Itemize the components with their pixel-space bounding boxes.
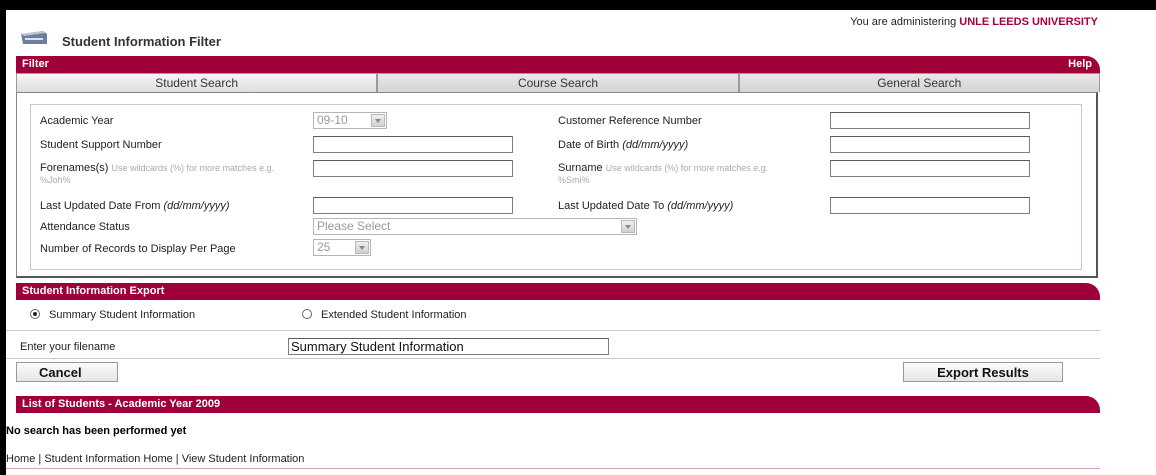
results-band-label: List of Students - Academic Year 2009: [22, 398, 221, 410]
dob-label-text: Date of Birth: [558, 139, 620, 151]
attendance-select[interactable]: Please Select: [313, 218, 637, 235]
forenames-label: Forenames(s) Use wildcards (%) for more …: [40, 162, 305, 186]
summary-radio[interactable]: [30, 309, 40, 319]
dob-format: (dd/mm/yyyy): [622, 139, 689, 151]
results-band: List of Students - Academic Year 2009: [16, 396, 1100, 413]
tab-student-search[interactable]: Student Search: [16, 73, 378, 92]
footer-separator: |: [38, 453, 42, 465]
filename-input[interactable]: Summary Student Information: [288, 338, 609, 355]
chevron-down-icon: [371, 114, 385, 127]
window-left-border: [0, 0, 6, 475]
crn-label: Customer Reference Number: [558, 115, 702, 127]
filename-label: Enter your filename: [20, 341, 116, 353]
search-tabs: Student Search Course Search General Sea…: [16, 73, 1100, 92]
updated-from-label-text: Last Updated Date From: [40, 200, 161, 212]
chevron-down-icon: [355, 241, 369, 254]
forenames-label-text: Forenames(s): [40, 162, 109, 174]
records-per-page-value: 25: [317, 240, 331, 254]
footer-link-home[interactable]: Home: [6, 453, 35, 465]
tab-course-search[interactable]: Course Search: [377, 73, 739, 92]
summary-radio-label[interactable]: Summary Student Information: [49, 309, 195, 321]
admin-notice: You are administering UNLE LEEDS UNIVERS…: [850, 16, 1098, 28]
surname-label-text: Surname: [558, 162, 603, 174]
filter-band-label: Filter: [22, 58, 49, 70]
help-link[interactable]: Help: [1068, 56, 1092, 73]
footer-divider: [6, 468, 1100, 469]
ssn-label: Student Support Number: [40, 139, 162, 151]
attendance-value: Please Select: [317, 219, 391, 233]
window-top-border: [0, 0, 1156, 10]
cancel-button[interactable]: Cancel: [16, 362, 118, 382]
forenames-input[interactable]: [313, 160, 513, 177]
divider: [6, 330, 1100, 331]
extended-radio-label[interactable]: Extended Student Information: [321, 309, 467, 321]
ssn-input[interactable]: [313, 136, 513, 153]
surname-label: Surname Use wildcards (%) for more match…: [558, 162, 798, 186]
footer-links: Home | Student Information Home | View S…: [6, 453, 304, 465]
extended-radio[interactable]: [302, 309, 312, 319]
updated-to-label: Last Updated Date To (dd/mm/yyyy): [558, 200, 733, 212]
crn-input[interactable]: [830, 112, 1030, 129]
records-per-page-select[interactable]: 25: [313, 239, 371, 256]
records-per-page-label: Number of Records to Display Per Page: [40, 243, 236, 255]
dob-label: Date of Birth (dd/mm/yyyy): [558, 139, 688, 151]
card-icon: [21, 31, 47, 44]
export-band: Student Information Export: [16, 283, 1100, 300]
updated-from-format: (dd/mm/yyyy): [163, 200, 230, 212]
updated-to-input[interactable]: [830, 197, 1030, 214]
footer-link-student-information-home[interactable]: Student Information Home: [44, 453, 172, 465]
divider: [6, 358, 1100, 359]
updated-from-input[interactable]: [313, 197, 513, 214]
empty-results-message: No search has been performed yet: [6, 425, 187, 437]
academic-year-label: Academic Year: [40, 115, 114, 127]
footer-link-view-student-information[interactable]: View Student Information: [182, 453, 305, 465]
page-title: Student Information Filter: [62, 34, 221, 49]
chevron-down-icon: [621, 220, 635, 233]
footer-separator: |: [175, 453, 179, 465]
tab-general-search[interactable]: General Search: [738, 73, 1100, 92]
updated-to-format: (dd/mm/yyyy): [667, 200, 734, 212]
admin-prefix: You are administering: [850, 16, 957, 28]
updated-to-label-text: Last Updated Date To: [558, 200, 665, 212]
academic-year-value: 09-10: [317, 113, 348, 127]
export-results-button[interactable]: Export Results: [903, 362, 1063, 382]
attendance-label: Attendance Status: [40, 221, 130, 233]
academic-year-select[interactable]: 09-10: [313, 112, 387, 129]
filter-band: Filter Help: [16, 56, 1100, 73]
dob-input[interactable]: [830, 136, 1030, 153]
admin-organisation: UNLE LEEDS UNIVERSITY: [959, 16, 1098, 28]
export-band-label: Student Information Export: [22, 285, 165, 297]
surname-input[interactable]: [830, 160, 1030, 177]
updated-from-label: Last Updated Date From (dd/mm/yyyy): [40, 200, 230, 212]
